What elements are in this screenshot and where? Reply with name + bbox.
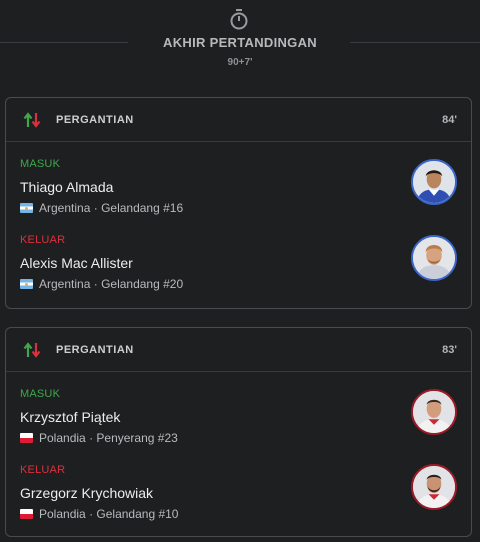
- player-name[interactable]: Krzysztof Piątek: [20, 409, 120, 425]
- status-label-out: KELUAR: [20, 464, 66, 476]
- card-title: PERGANTIAN: [56, 114, 134, 126]
- substitution-card: PERGANTIAN 84' MASUK Thiago Almada Argen…: [5, 97, 472, 309]
- poland-flag-icon: [20, 509, 33, 519]
- player-role: Gelandang #16: [101, 201, 184, 215]
- player-meta: Polandia · Penyerang #23: [20, 431, 178, 445]
- status-label-out: KELUAR: [20, 234, 66, 246]
- player-in-row[interactable]: MASUK Krzysztof Piątek Polandia · Penyer…: [6, 388, 471, 450]
- player-meta: Polandia · Gelandang #10: [20, 507, 178, 521]
- argentina-flag-icon: [20, 203, 33, 213]
- card-title: PERGANTIAN: [56, 344, 134, 356]
- player-role: Gelandang #20: [101, 277, 184, 291]
- player-avatar[interactable]: [411, 464, 457, 510]
- match-status-title: AKHIR PERTANDINGAN: [163, 35, 317, 50]
- player-avatar[interactable]: [411, 389, 457, 435]
- player-role: Gelandang #10: [96, 507, 179, 521]
- player-photo-icon: [413, 466, 455, 508]
- status-label-in: MASUK: [20, 388, 61, 400]
- card-header: PERGANTIAN 84': [6, 98, 471, 142]
- player-country: Polandia: [39, 431, 86, 445]
- substitution-arrows-icon: [23, 342, 41, 358]
- player-country: Argentina: [39, 277, 91, 291]
- player-photo-icon: [413, 391, 455, 433]
- stopwatch-icon: [230, 9, 248, 30]
- substitution-arrows-icon: [23, 112, 41, 128]
- player-photo-icon: [413, 161, 455, 203]
- argentina-flag-icon: [20, 279, 33, 289]
- poland-flag-icon: [20, 433, 33, 443]
- player-out-row[interactable]: KELUAR Grzegorz Krychowiak Polandia · Ge…: [6, 464, 471, 526]
- player-country: Argentina: [39, 201, 91, 215]
- separator: ·: [93, 201, 98, 215]
- player-name[interactable]: Grzegorz Krychowiak: [20, 485, 153, 501]
- match-status-header: AKHIR PERTANDINGAN 90+7': [0, 0, 480, 92]
- player-meta: Argentina · Gelandang #16: [20, 201, 183, 215]
- player-out-row[interactable]: KELUAR Alexis Mac Allister Argentina · G…: [6, 234, 471, 296]
- separator: ·: [93, 277, 98, 291]
- match-time: 90+7': [227, 57, 253, 68]
- separator: ·: [89, 507, 94, 521]
- substitution-card: PERGANTIAN 83' MASUK Krzysztof Piątek Po…: [5, 327, 472, 537]
- player-name[interactable]: Alexis Mac Allister: [20, 255, 133, 271]
- player-role: Penyerang #23: [96, 431, 178, 445]
- player-name[interactable]: Thiago Almada: [20, 179, 113, 195]
- player-photo-icon: [413, 237, 455, 279]
- player-avatar[interactable]: [411, 159, 457, 205]
- separator: ·: [89, 431, 94, 445]
- event-minute: 83': [442, 344, 457, 356]
- player-meta: Argentina · Gelandang #20: [20, 277, 183, 291]
- player-in-row[interactable]: MASUK Thiago Almada Argentina · Gelandan…: [6, 158, 471, 220]
- player-country: Polandia: [39, 507, 86, 521]
- status-label-in: MASUK: [20, 158, 61, 170]
- card-header: PERGANTIAN 83': [6, 328, 471, 372]
- player-avatar[interactable]: [411, 235, 457, 281]
- event-minute: 84': [442, 114, 457, 126]
